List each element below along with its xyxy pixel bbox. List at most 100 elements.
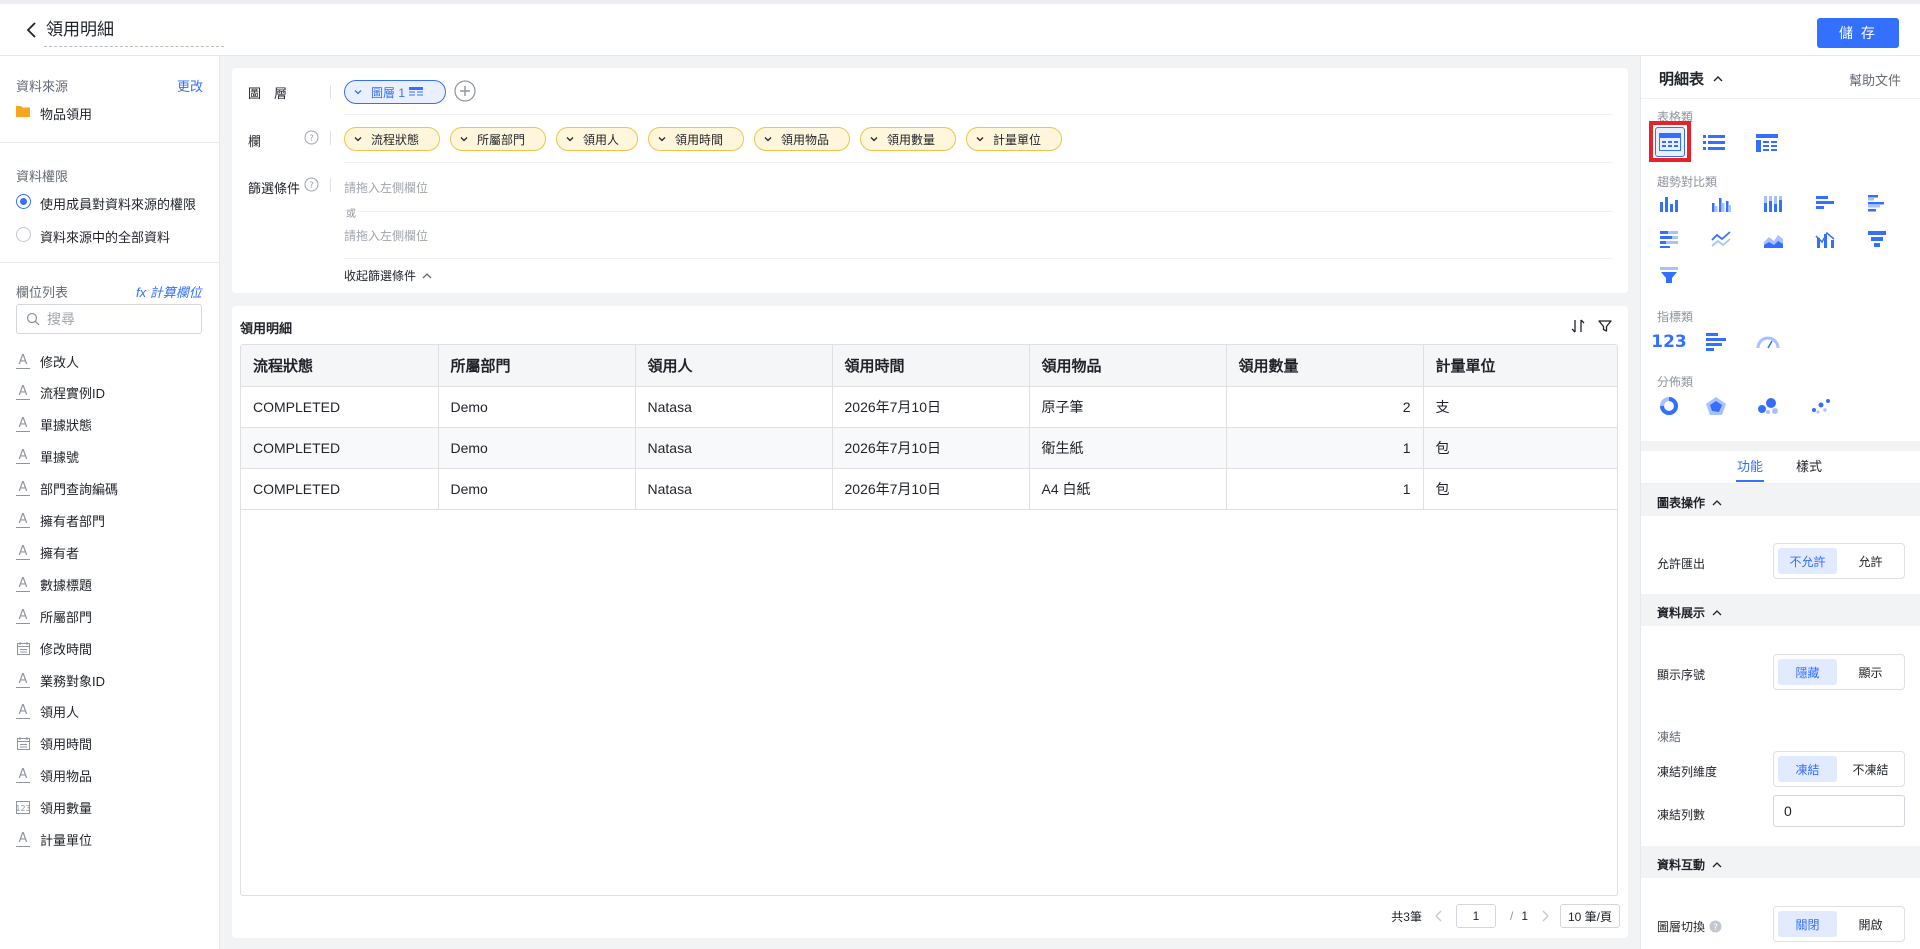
help-icon[interactable]: ? [304,130,319,145]
column-header[interactable]: 領用時間 [832,345,1030,387]
table-row[interactable]: COMPLETED Demo Natasa 2026年7月10日 衛生紙 1 包 [241,427,1617,469]
option-unfreeze[interactable]: 不凍結 [1841,756,1900,782]
field-item[interactable]: 123 領用數量 [16,795,206,821]
indicator-list-icon[interactable] [1702,328,1730,356]
column-header[interactable]: 計量單位 [1423,345,1617,387]
change-datasource-link[interactable]: 更改 [177,76,203,95]
layer-switch-toggle[interactable]: 關閉 開啟 [1773,906,1905,942]
column-pill[interactable]: 計量單位 [966,127,1062,151]
column-header[interactable]: 流程狀態 [241,345,439,387]
filter-drop-zone-1[interactable]: 請拖入左側欄位 [344,179,428,196]
field-item[interactable]: A 部門查詢編碼 [16,476,206,502]
chart-type-dropdown[interactable]: 明細表 [1659,68,1724,89]
field-item[interactable]: A 所屬部門 [16,603,206,629]
field-search[interactable] [16,304,202,334]
column-pill[interactable]: 領用時間 [648,127,744,151]
field-item[interactable]: A 修改人 [16,348,206,374]
tab-function[interactable]: 功能 [1737,456,1763,475]
page-size-select[interactable]: 10 筆/頁 [1560,904,1620,928]
filter-icon[interactable] [1597,318,1613,334]
stacked-column-icon[interactable] [1759,189,1787,217]
bar-chart-icon[interactable] [1811,189,1839,217]
table-row[interactable]: COMPLETED Demo Natasa 2026年7月10日 A4 白紙 1 包 [241,468,1617,510]
option-disallow[interactable]: 不允許 [1778,548,1837,574]
area-chart-icon[interactable] [1759,225,1787,253]
field-item[interactable]: A 領用人 [16,699,206,725]
next-page-icon[interactable] [1540,910,1550,922]
bubble-chart-icon[interactable] [1807,392,1835,420]
column-chart-icon[interactable] [1655,189,1683,217]
add-layer-icon[interactable] [454,80,476,102]
page-input[interactable]: 1 [1455,904,1496,928]
line-chart-icon[interactable] [1707,225,1735,253]
column-header[interactable]: 所屬部門 [438,345,636,387]
gauge-icon[interactable] [1754,328,1782,356]
combo-chart-icon[interactable] [1811,225,1839,253]
section-chart-ops[interactable]: 圖表操作 [1657,494,1723,511]
freeze-column-toggle[interactable]: 凍結 不凍結 [1773,751,1905,787]
section-display[interactable]: 資料展示 [1657,604,1723,621]
option-allow[interactable]: 允許 [1841,548,1900,574]
option-on[interactable]: 開啟 [1841,911,1900,937]
field-item[interactable]: A 領用物品 [16,763,206,789]
detail-table-icon[interactable] [1655,127,1685,157]
donut-chart-icon[interactable] [1655,392,1683,420]
filter-drop-zone-2[interactable]: 請拖入左側欄位 [344,227,428,244]
column-header[interactable]: 領用數量 [1226,345,1424,387]
field-item[interactable]: A 計量單位 [16,827,206,853]
datasource-name[interactable]: 物品領用 [40,104,92,123]
calc-field-link[interactable]: fx 計算欄位 [136,282,202,301]
help-doc-link[interactable]: 幫助文件 [1849,70,1901,89]
freeze-count-input[interactable]: 0 [1773,795,1905,827]
stacked-bar-icon[interactable] [1655,225,1683,253]
allow-export-toggle[interactable]: 不允許 允許 [1773,543,1905,579]
help-icon[interactable]: ? [1709,920,1722,933]
show-index-toggle[interactable]: 隱藏 顯示 [1773,654,1905,690]
grouped-column-icon[interactable] [1707,189,1735,217]
table-row[interactable]: COMPLETED Demo Natasa 2026年7月10日 原子筆 2 支 [241,386,1617,428]
collapse-filter-button[interactable]: 收起篩選條件 [344,267,433,284]
option-show[interactable]: 顯示 [1841,659,1900,685]
section-interaction[interactable]: 資料互動 [1657,856,1723,873]
column-pill[interactable]: 流程狀態 [344,127,440,151]
field-item[interactable]: A 流程實例ID [16,380,206,406]
tab-style[interactable]: 樣式 [1796,456,1822,475]
column-pill[interactable]: 領用數量 [860,127,956,151]
grouped-bar-icon[interactable] [1863,189,1891,217]
pivot-table-icon[interactable] [1753,129,1781,157]
save-button[interactable]: 儲 存 [1817,18,1899,48]
funnel-chart-icon[interactable] [1863,225,1891,253]
sort-icon[interactable] [1570,318,1586,334]
column-pill[interactable]: 領用物品 [754,127,850,151]
radar-chart-icon[interactable] [1702,392,1730,420]
back-arrow-icon[interactable] [24,20,40,40]
column-header[interactable]: 領用人 [635,345,833,387]
option-hide[interactable]: 隱藏 [1778,659,1837,685]
field-item[interactable]: A 業務對象ID [16,667,206,693]
field-item[interactable]: A 擁有者 [16,539,206,565]
search-input[interactable] [47,305,197,333]
column-pill[interactable]: 領用人 [556,127,638,151]
page-title[interactable]: 領用明細 [46,18,114,42]
option-freeze[interactable]: 凍結 [1778,756,1837,782]
list-table-icon[interactable] [1700,129,1728,157]
permission-radio-all[interactable] [16,227,31,242]
field-item[interactable]: A 數據標題 [16,571,206,597]
field-item[interactable]: A 擁有者部門 [16,508,206,534]
help-icon[interactable]: ? [304,177,319,192]
field-item[interactable]: 修改時間 [16,635,206,661]
option-off[interactable]: 關閉 [1778,911,1837,937]
scatter-chart-icon[interactable] [1754,392,1782,420]
prev-page-icon[interactable] [1434,910,1444,922]
layer-pill[interactable]: 圖層 1 [344,80,446,104]
field-item[interactable]: A 單據號 [16,444,206,470]
field-item[interactable]: A 單據狀態 [16,412,206,438]
funnel-compare-icon[interactable] [1655,261,1683,289]
column-pill[interactable]: 所屬部門 [450,127,546,151]
field-item[interactable]: 領用時間 [16,731,206,757]
permission-option-all[interactable]: 資料來源中的全部資料 [40,227,170,246]
permission-option-member[interactable]: 使用成員對資料來源的權限 [40,194,196,213]
number-indicator-icon[interactable]: 123 [1651,328,1687,356]
column-header[interactable]: 領用物品 [1029,345,1227,387]
permission-radio-member[interactable] [16,194,31,209]
